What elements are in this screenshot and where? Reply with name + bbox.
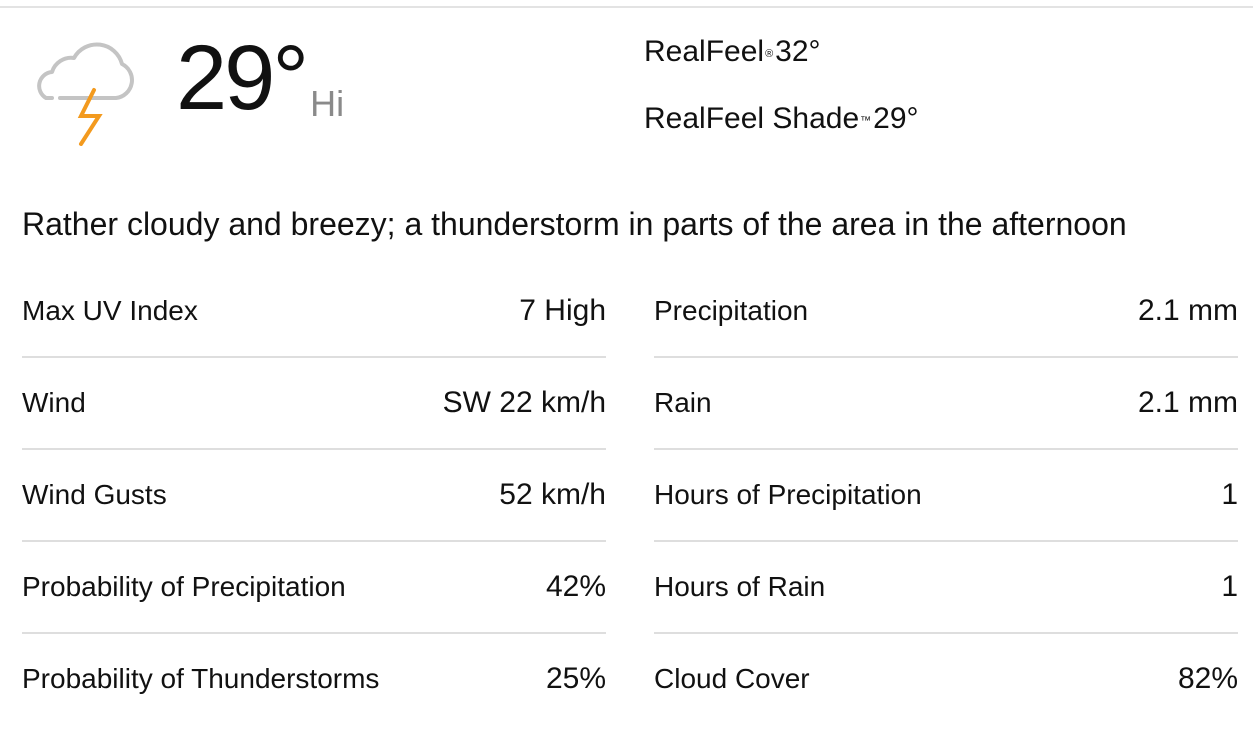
temperature-value: 29° xyxy=(176,27,309,129)
detail-label: Hours of Rain xyxy=(654,571,826,602)
detail-label: Probability of Thunderstorms xyxy=(22,663,380,694)
detail-value: 7 High xyxy=(519,294,606,327)
detail-value: 2.1 mm xyxy=(1137,386,1238,419)
detail-row: Precipitation 2.1 mm xyxy=(654,266,1238,358)
realfeel-shade: RealFeel Shade™29° xyxy=(644,101,919,137)
detail-row: Wind SW 22 km/h xyxy=(22,358,606,450)
detail-value: 1 xyxy=(1221,478,1238,511)
detail-row: Max UV Index 7 High xyxy=(22,266,606,358)
detail-value: 2.1 mm xyxy=(1137,294,1238,327)
realfeel-label: RealFeel xyxy=(644,35,765,68)
detail-label: Wind Gusts xyxy=(22,479,167,510)
detail-row: Probability of Thunderstorms 25% xyxy=(22,634,606,724)
thunderstorm-cloud-icon xyxy=(26,40,138,146)
detail-value: SW 22 km/h xyxy=(442,386,606,419)
detail-row: Rain 2.1 mm xyxy=(654,358,1238,450)
detail-label: Max UV Index xyxy=(22,295,198,326)
details-left-column: Max UV Index 7 High Wind SW 22 km/h Wind… xyxy=(22,266,606,724)
trademark-mark: ™ xyxy=(860,115,872,127)
detail-label: Hours of Precipitation xyxy=(654,479,922,510)
registered-mark: ® xyxy=(765,48,774,60)
temperature-hi-label: Hi xyxy=(310,83,345,124)
detail-row: Cloud Cover 82% xyxy=(654,634,1238,724)
realfeel-value: 32° xyxy=(775,35,821,68)
detail-value: 25% xyxy=(545,662,606,695)
temperature-block: 29° Hi xyxy=(176,28,344,128)
detail-value: 42% xyxy=(545,570,606,603)
detail-value: 1 xyxy=(1221,570,1238,603)
detail-label: Cloud Cover xyxy=(654,663,810,694)
detail-label: Rain xyxy=(654,387,712,418)
detail-row: Hours of Precipitation 1 xyxy=(654,450,1238,542)
detail-row: Wind Gusts 52 km/h xyxy=(22,450,606,542)
realfeel-shade-value: 29° xyxy=(873,102,919,135)
details-right-column: Precipitation 2.1 mm Rain 2.1 mm Hours o… xyxy=(654,266,1238,724)
weather-phrase: Rather cloudy and breezy; a thunderstorm… xyxy=(22,206,1127,242)
detail-label: Precipitation xyxy=(654,295,809,326)
realfeel-shade-label: RealFeel Shade xyxy=(644,102,860,135)
detail-row: Hours of Rain 1 xyxy=(654,542,1238,634)
top-divider xyxy=(0,6,1253,8)
detail-row: Probability of Precipitation 42% xyxy=(22,542,606,634)
detail-value: 52 km/h xyxy=(499,478,606,511)
realfeel: RealFeel®32° xyxy=(644,34,821,70)
detail-value: 82% xyxy=(1177,662,1238,695)
detail-label: Wind xyxy=(22,387,86,418)
detail-label: Probability of Precipitation xyxy=(22,571,346,602)
